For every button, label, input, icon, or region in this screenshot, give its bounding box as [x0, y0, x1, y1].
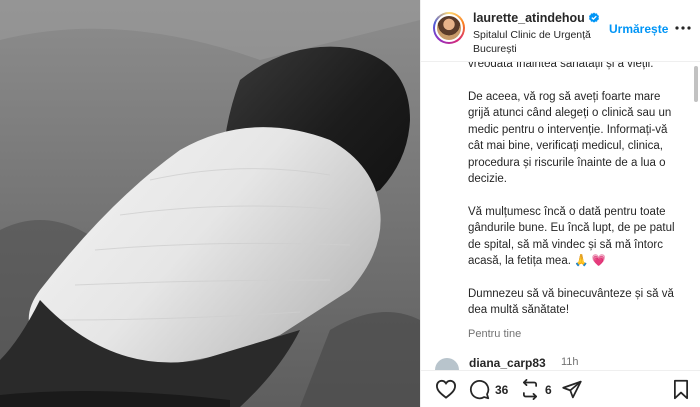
bandaged-leg-image	[0, 0, 420, 407]
avatar[interactable]	[433, 12, 465, 44]
username-text[interactable]: laurette_atindehou	[473, 11, 585, 25]
translation-link[interactable]: Pentru tine	[468, 328, 521, 340]
action-bar: 36 6	[421, 370, 700, 407]
heart-icon[interactable]	[435, 379, 457, 404]
post-caption: vreodată înaintea sănătății și a vieții.…	[421, 62, 691, 357]
caption-paragraph: Vă mulțumesc încă o dată pentru toate gâ…	[468, 205, 675, 268]
post-photo[interactable]	[0, 0, 420, 407]
caption-paragraph: Dumnezeu să vă binecuvânteze și să vă de…	[468, 287, 674, 317]
comment-avatar[interactable]	[435, 358, 459, 370]
comment-username[interactable]: diana_carp83	[469, 356, 546, 370]
post-side-panel: laurette_atindehou Spitalul Clinic de Ur…	[420, 0, 700, 407]
more-options-icon[interactable]	[673, 20, 693, 36]
verified-badge-icon	[588, 12, 600, 27]
post-header: laurette_atindehou Spitalul Clinic de Ur…	[421, 0, 700, 62]
caption-paragraph: De aceea, vă rog să aveți foarte mare gr…	[468, 90, 672, 186]
comment-icon[interactable]	[469, 379, 490, 405]
comment-item: diana_carp83 11h	[435, 356, 685, 370]
scroll-thumb[interactable]	[694, 66, 698, 102]
bookmark-icon[interactable]	[672, 379, 690, 405]
scrollbar[interactable]	[694, 66, 698, 356]
share-icon[interactable]	[561, 379, 583, 405]
post-location[interactable]: Spitalul Clinic de Urgență București	[473, 28, 613, 56]
reposts-count[interactable]: 6	[545, 383, 552, 397]
follow-button[interactable]: Urmărește	[609, 22, 668, 36]
comment-time: 11h	[561, 356, 579, 368]
post-username[interactable]: laurette_atindehou	[473, 11, 600, 27]
comments-count[interactable]: 36	[495, 383, 508, 397]
caption-partial-line: vreodată înaintea sănătății și a vieții.	[468, 62, 654, 70]
repost-icon[interactable]	[519, 379, 541, 405]
